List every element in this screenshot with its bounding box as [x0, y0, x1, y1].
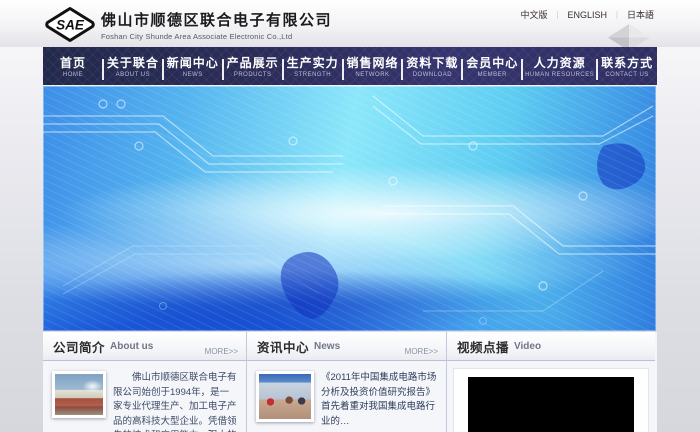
news-title-en: News — [314, 341, 340, 352]
nav-item-about[interactable]: 关于联合 ABOUT US — [103, 51, 163, 81]
about-title-zh: 公司简介 — [53, 337, 105, 356]
lang-english[interactable]: ENGLISH — [567, 10, 607, 20]
company-name-zh: 佛山市顺德区联合电子有限公司 — [101, 9, 332, 30]
video-title-zh: 视频点播 — [457, 337, 509, 356]
about-text: 佛山市顺德区联合电子有限公司始创于1994年，是一家专业代理生产、加工电子产品的… — [113, 371, 238, 432]
news-header: 资讯中心 News MORE>> — [247, 332, 446, 361]
section-video: 视频点播 Video — [447, 332, 655, 432]
video-header: 视频点播 Video — [447, 332, 655, 361]
news-item-text[interactable]: 《2011年中国集成电路市场分析及投资价值研究报告》首先着重对我国集成电路行业的… — [321, 371, 438, 429]
video-player[interactable] — [468, 377, 634, 432]
about-body: 佛山市顺德区联合电子有限公司始创于1994年，是一家专业代理生产、加工电子产品的… — [43, 361, 246, 432]
section-news: 资讯中心 News MORE>> 《2011年中国集成电路市场分析及投资价值研究… — [247, 332, 447, 432]
news-more-link[interactable]: MORE>> — [405, 347, 438, 360]
circuit-pattern — [43, 86, 656, 331]
nav-item-home[interactable]: 首页 HOME — [43, 51, 103, 81]
nav-item-network[interactable]: 销售网络 NETWORK — [343, 51, 403, 81]
nav-item-strength[interactable]: 生产实力 STRENGTH — [283, 51, 343, 81]
sae-logo[interactable]: SAE — [44, 6, 96, 43]
video-frame — [453, 368, 649, 432]
nav-item-contact[interactable]: 联系方式 CONTACT US — [597, 51, 657, 81]
company-name-block: 佛山市顺德区联合电子有限公司 Foshan City Shunde Area A… — [101, 9, 332, 41]
news-body: 《2011年中国集成电路市场分析及投资价值研究报告》首先着重对我国集成电路行业的… — [247, 361, 446, 429]
banner-image — [43, 86, 656, 331]
company-photo[interactable] — [52, 371, 106, 418]
divider: ｜ — [613, 11, 621, 20]
section-about: 公司简介 About us MORE>> 佛山市顺德区联合电子有限公司始创于19… — [43, 332, 247, 432]
news-photo[interactable] — [256, 371, 314, 422]
company-name-en: Foshan City Shunde Area Associate Electr… — [101, 32, 332, 41]
sae-logo-text: SAE — [56, 18, 85, 33]
about-title-en: About us — [110, 341, 153, 352]
nav-item-products[interactable]: 产品展示 PRODUCTS — [223, 51, 283, 81]
lang-chinese[interactable]: 中文版 — [520, 10, 547, 20]
nav-item-member[interactable]: 会员中心 MEMBER — [462, 51, 522, 81]
about-header: 公司简介 About us MORE>> — [43, 332, 246, 361]
nav-item-news[interactable]: 新闻中心 NEWS — [163, 51, 223, 81]
about-more-link[interactable]: MORE>> — [205, 347, 238, 360]
main-nav: 首页 HOME 关于联合 ABOUT US 新闻中心 NEWS 产品展示 PRO… — [43, 47, 657, 85]
news-title-zh: 资讯中心 — [257, 337, 309, 356]
nav-item-download[interactable]: 资料下载 DOWNLOAD — [402, 51, 462, 81]
bottom-section: 公司简介 About us MORE>> 佛山市顺德区联合电子有限公司始创于19… — [43, 332, 657, 432]
page-header: SAE 佛山市顺德区联合电子有限公司 Foshan City Shunde Ar… — [0, 0, 700, 47]
language-switcher: 中文版 ｜ ENGLISH ｜ 日本語 — [520, 8, 654, 21]
nav-item-human-resources[interactable]: 人力资源 HUMAN RESOURCES — [522, 51, 597, 81]
divider: ｜ — [553, 11, 561, 20]
video-title-en: Video — [514, 341, 541, 352]
lang-japanese[interactable]: 日本語 — [627, 10, 654, 20]
